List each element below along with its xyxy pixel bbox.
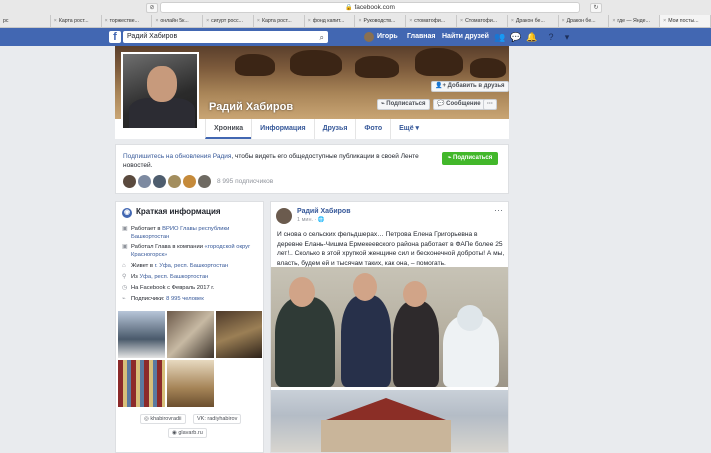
notifications-icon[interactable]: 🔔 [526, 32, 537, 42]
tab-strip: рс × Карта рост... × торжестве... × онлайн … [0, 15, 711, 27]
post-photo[interactable] [271, 390, 508, 452]
browser-tab[interactable]: × Дракон бе... [508, 15, 559, 27]
privacy-icon[interactable]: ⊘ [146, 3, 158, 13]
intro-photo[interactable] [216, 311, 262, 358]
nav-user-name[interactable]: Игорь [377, 32, 398, 42]
post-text: И снова о сельских фельдшерах… Петрова Е… [277, 231, 505, 267]
reload-icon[interactable]: ↻ [590, 3, 602, 13]
follow-text: Подпишитесь на обновления Радия, чтобы в… [123, 153, 419, 169]
intro-title: ◉ Краткая информация [122, 207, 221, 218]
lock-icon: 🔒 [345, 5, 353, 11]
lives-in-link[interactable]: г. Уфа, респ. Башкортостан [155, 263, 229, 269]
profile-name[interactable]: Радий Хабиров [209, 101, 293, 113]
followers-link[interactable]: 8 995 человек [166, 296, 204, 302]
post-photo[interactable] [271, 267, 508, 387]
messenger-icon[interactable]: 💬 [510, 32, 521, 42]
clock-icon: ◷ [122, 285, 128, 291]
intro-photo[interactable] [167, 311, 214, 358]
vk-link[interactable]: VK: radiyhabirov [193, 414, 242, 424]
tab-more[interactable]: Ещё ▾ [390, 119, 427, 139]
search-value: Радий Хабиров [127, 33, 178, 40]
instagram-link[interactable]: ◎ khabirovradii [140, 414, 186, 424]
nav-home[interactable]: Главная [407, 32, 435, 42]
tab-friends[interactable]: Друзья [313, 119, 356, 139]
website-link[interactable]: ◉ glavarb.ru [168, 428, 207, 438]
url-row: ⊘ 🔒 facebook.com ↻ [0, 2, 711, 14]
help-icon[interactable]: ? [546, 32, 556, 42]
post-options-button[interactable]: ··· [494, 205, 503, 215]
message-button[interactable]: 💬 Сообщение [433, 99, 485, 110]
tab-about[interactable]: Информация [251, 119, 313, 139]
add-friend-icon: 👤+ [435, 83, 448, 89]
avatar[interactable] [183, 175, 196, 188]
avatar[interactable] [198, 175, 211, 188]
facebook-logo-icon[interactable]: f [109, 31, 121, 43]
nav-find-friends[interactable]: Найти друзей [442, 32, 489, 42]
add-friend-button[interactable]: 👤+ Добавить в друзья [431, 81, 509, 92]
follow-subscribe-button[interactable]: ⌁ Подписаться [442, 152, 498, 165]
browser-chrome: ⊘ 🔒 facebook.com ↻ рс × Карта рост... × тор… [0, 0, 711, 28]
subscriber-avatars: 8 995 подписчиков [123, 175, 273, 188]
browser-tab[interactable]: × стоматофи... [406, 15, 458, 27]
info-past-work: ▣ Работал Глава в компании «городской ок… [122, 244, 251, 258]
search-input[interactable]: Радий Хабиров ⌕ [123, 31, 328, 43]
avatar[interactable] [138, 175, 151, 188]
avatar[interactable] [153, 175, 166, 188]
post-author-avatar[interactable] [276, 208, 292, 224]
browser-tab[interactable]: × торжестве... [102, 15, 153, 27]
facebook-top-bar: f Радий Хабиров ⌕ Игорь Главная Найти др… [0, 28, 711, 46]
info-from: ⚲ Из Уфа, респ. Башкортостан [122, 274, 209, 280]
tab-timeline[interactable]: Хроника [205, 119, 252, 139]
post-author-name[interactable]: Радий Хабиров [297, 208, 351, 215]
from-link[interactable]: Уфа, респ. Башкортостан [139, 274, 208, 280]
user-avatar[interactable] [364, 32, 374, 42]
browser-tab[interactable]: × Дракон бе... [559, 15, 610, 27]
messenger-icon: 💬 [437, 101, 447, 107]
timeline-post: Радий Хабиров 1 мин. · 🌐 ··· И снова о с… [270, 201, 509, 453]
more-options-button[interactable]: ··· [483, 99, 497, 110]
friend-requests-icon[interactable]: 👥 [494, 32, 505, 42]
search-icon[interactable]: ⌕ [320, 32, 324, 44]
profile-picture[interactable] [121, 52, 199, 130]
intro-card: ◉ Краткая информация ▣ Работает в ВРИО Гл… [115, 201, 264, 453]
browser-tab[interactable]: × фонд капит... [305, 15, 356, 27]
url-text: facebook.com [354, 4, 395, 11]
rss-icon: ⌁ [122, 296, 126, 302]
browser-tab[interactable]: × Стоматофи... [457, 15, 508, 27]
home-icon: ⌂ [122, 263, 126, 269]
intro-photo[interactable] [167, 360, 214, 407]
follow-prompt: Подпишитесь на обновления Радия, чтобы в… [115, 144, 509, 194]
address-bar[interactable]: 🔒 facebook.com [160, 2, 580, 13]
subscribe-button[interactable]: ⌁ Подписаться [377, 99, 430, 110]
intro-photo[interactable] [118, 360, 165, 407]
browser-tab[interactable]: × Руководств... [355, 15, 407, 27]
profile-header: Радий Хабиров 👤+ Добавить в друзья ⌁ Под… [115, 46, 509, 139]
browser-tab[interactable]: × Карта рост... [51, 15, 102, 27]
browser-tab[interactable]: × Карта рост... [254, 15, 305, 27]
briefcase-icon: ▣ [122, 244, 128, 250]
browser-tab[interactable]: рс [0, 15, 51, 27]
account-menu-icon[interactable]: ▾ [562, 32, 572, 42]
info-lives-in: ⌂ Живет в г. Уфа, респ. Башкортостан [122, 263, 229, 269]
avatar[interactable] [168, 175, 181, 188]
info-followers: ⌁ Подписчики: 8 995 человек [122, 296, 204, 302]
info-work: ▣ Работает в ВРИО Главы республики Башко… [122, 226, 230, 240]
location-pin-icon: ⚲ [122, 274, 127, 280]
browser-tab[interactable]: × онлайн 5к... [152, 15, 204, 27]
intro-photo[interactable] [118, 311, 165, 358]
tab-photos[interactable]: Фото [355, 119, 390, 139]
briefcase-icon: ▣ [122, 226, 128, 232]
browser-tab[interactable]: × где — Янде... [609, 15, 661, 27]
info-joined: ◷ На Facebook с Февраль 2017 г. [122, 285, 215, 291]
browser-tab-active[interactable]: × Мои посты... [660, 15, 711, 27]
post-timestamp[interactable]: 1 мин. · 🌐 [297, 217, 325, 223]
follow-link[interactable]: Подпишитесь на обновления Радия [123, 153, 231, 160]
browser-tab[interactable]: × сигурт росс... [203, 15, 254, 27]
profile-tabs: Хроника Информация Друзья Фото Ещё ▾ [205, 119, 427, 139]
avatar[interactable] [123, 175, 136, 188]
subscriber-count: 8 995 подписчиков [217, 178, 274, 185]
globe-icon: ◉ [122, 208, 132, 218]
